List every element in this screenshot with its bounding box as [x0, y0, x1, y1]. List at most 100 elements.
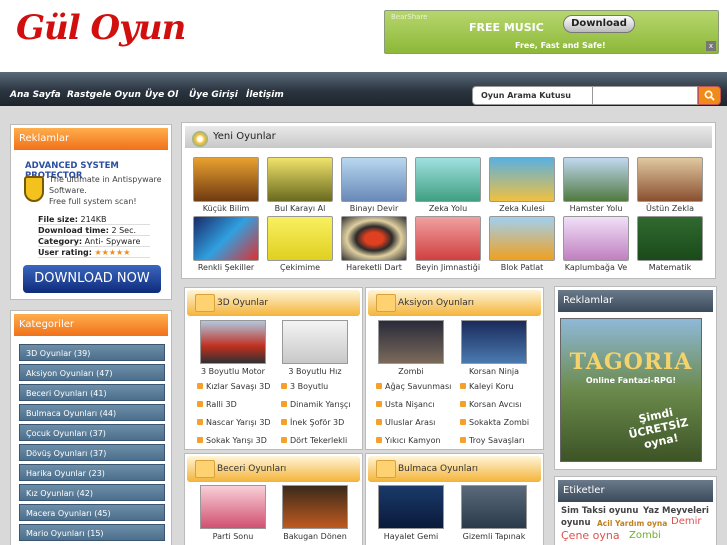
game-tile[interactable]: Beyin Jimnastiği [413, 216, 483, 272]
tag-link[interactable]: Yaz Meyveleri [643, 506, 709, 516]
game-tile[interactable]: Blok Patlat [487, 216, 557, 272]
ad-description: The ultimate in Antispyware Software. Fr… [49, 174, 174, 207]
tag-link[interactable]: oyunu [561, 518, 591, 528]
game-link[interactable]: Ağaç Savunması [376, 382, 451, 391]
game-thumbnail[interactable] [563, 216, 629, 261]
game-link[interactable]: 3 Boyutlu [281, 382, 328, 391]
search-button[interactable] [698, 86, 721, 105]
box-title[interactable]: Bulmaca Oyunları [398, 464, 478, 474]
game-icon [192, 131, 208, 147]
game-thumbnail[interactable] [267, 157, 333, 202]
game-tile[interactable]: Gizemli Tapınak [459, 485, 529, 541]
category-item[interactable]: Çocuk Oyunları (37) [19, 424, 165, 441]
game-link[interactable]: Uluslar Arası [376, 418, 435, 427]
tag-link[interactable]: Zombi [629, 530, 661, 541]
tags-title: Etiketler [558, 480, 713, 502]
game-link[interactable]: Korsan Avcısı [460, 400, 521, 409]
game-tile[interactable]: Zeka Yolu [413, 157, 483, 213]
game-tile[interactable]: Renkli Şekiller [191, 216, 261, 272]
nav-uye-girisi[interactable]: Üye Girişi [189, 90, 238, 100]
nav-uye-ol[interactable]: Üye Ol [145, 90, 178, 100]
game-tile[interactable]: Binayı Devir [339, 157, 409, 213]
game-tile[interactable]: Korsan Ninja [459, 320, 529, 376]
game-thumbnail[interactable] [282, 320, 348, 364]
game-tile[interactable]: Hareketli Dart [339, 216, 409, 272]
game-link[interactable]: Dinamik Yarışçı [281, 400, 351, 409]
game-link[interactable]: Dört Tekerlekli [281, 436, 347, 445]
game-thumbnail[interactable] [489, 216, 555, 261]
game-thumbnail[interactable] [267, 216, 333, 261]
category-item[interactable]: Dövüş Oyunları (37) [19, 444, 165, 461]
game-thumbnail[interactable] [415, 157, 481, 202]
game-link[interactable]: Sokakta Zombi [460, 418, 529, 427]
game-thumbnail[interactable] [193, 157, 259, 202]
game-tile[interactable]: Parti Sonu [198, 485, 268, 541]
site-logo[interactable]: Gül Oyun [16, 8, 186, 48]
game-tile[interactable]: Bakugan Dönen [280, 485, 350, 541]
category-item[interactable]: Kız Oyunları (42) [19, 484, 165, 501]
game-thumbnail[interactable] [461, 485, 527, 529]
game-tile[interactable]: Zeka Kulesi [487, 157, 557, 213]
game-tile[interactable]: Zombi [376, 320, 446, 376]
game-link[interactable]: Sokak Yarışı 3D [197, 436, 267, 445]
nav-iletisim[interactable]: İletişim [246, 90, 284, 100]
game-tile[interactable]: Çekimime [265, 216, 335, 272]
game-thumbnail[interactable] [282, 485, 348, 529]
box-title[interactable]: Aksiyon Oyunları [398, 298, 474, 308]
game-tile[interactable]: Hayalet Gemi [376, 485, 446, 541]
game-thumbnail[interactable] [461, 320, 527, 364]
game-thumbnail[interactable] [378, 485, 444, 529]
search-input[interactable] [592, 86, 698, 105]
box-bulmaca-oyunlari: Bulmaca Oyunları Hayalet Gemi Gizemli Ta… [365, 453, 544, 545]
tag-link[interactable]: Demir [671, 516, 701, 527]
game-thumbnail[interactable] [200, 485, 266, 529]
game-link[interactable]: Usta Nişancı [376, 400, 435, 409]
game-link[interactable]: Ralli 3D [197, 400, 237, 409]
game-link[interactable]: Nascar Yarışı 3D [197, 418, 271, 427]
box-title[interactable]: 3D Oyunlar [217, 298, 268, 308]
box-title[interactable]: Beceri Oyunları [217, 464, 286, 474]
box-header: Bulmaca Oyunları [368, 456, 541, 482]
category-item[interactable]: Aksiyon Oyunları (47) [19, 364, 165, 381]
game-tile[interactable]: Üstün Zekla [635, 157, 705, 213]
game-thumbnail[interactable] [637, 157, 703, 202]
game-thumbnail[interactable] [193, 216, 259, 261]
nav-rastgele-oyun[interactable]: Rastgele Oyun [67, 90, 141, 100]
game-link[interactable]: Kaleyi Koru [460, 382, 514, 391]
game-tile[interactable]: 3 Boyutlu Motor [198, 320, 268, 376]
game-thumbnail[interactable] [415, 216, 481, 261]
game-link[interactable]: Troy Savaşları [460, 436, 524, 445]
game-tile[interactable]: Küçük Bilim [191, 157, 261, 213]
banner-download-button[interactable]: Download [563, 15, 635, 33]
download-now-button[interactable]: DOWNLOAD NOW [23, 265, 161, 293]
game-tile[interactable]: 3 Boyutlu Hız [280, 320, 350, 376]
game-link[interactable]: Yıkıcı Kamyon [376, 436, 441, 445]
category-item[interactable]: Mario Oyunları (15) [19, 524, 165, 541]
game-thumbnail[interactable] [341, 216, 407, 261]
category-item[interactable]: Beceri Oyunları (41) [19, 384, 165, 401]
tag-link[interactable]: Çene oyna [561, 529, 620, 542]
close-icon[interactable]: x [706, 41, 716, 51]
game-tile[interactable]: Bul Karayı Al [265, 157, 335, 213]
game-thumbnail[interactable] [200, 320, 266, 364]
category-item[interactable]: Bulmaca Oyunları (44) [19, 404, 165, 421]
game-thumbnail[interactable] [378, 320, 444, 364]
category-item[interactable]: Harika Oyunlar (23) [19, 464, 165, 481]
nav-ana-sayfa[interactable]: Ana Sayfa [10, 90, 61, 100]
category-item[interactable]: 3D Oyunlar (39) [19, 344, 165, 361]
game-tile[interactable]: Matematik [635, 216, 705, 272]
game-link[interactable]: İnek Şoför 3D [281, 418, 344, 427]
game-thumbnail[interactable] [341, 157, 407, 202]
game-tile[interactable]: Kaplumbağa Ve [561, 216, 631, 272]
game-tile[interactable]: Hamster Yolu [561, 157, 631, 213]
tag-link[interactable]: Sim Taksi oyunu [561, 506, 638, 516]
tag-link[interactable]: Acil Yardım oyna [597, 519, 667, 528]
game-thumbnail[interactable] [489, 157, 555, 202]
tagoria-ad-image[interactable]: TAGORIA Online Fantazi-RPG! Şimdi ÜCRETS… [560, 318, 702, 462]
music-banner-ad[interactable]: BearShare FREE MUSIC Download Free, Fast… [384, 10, 719, 54]
game-link[interactable]: Kızlar Savaşı 3D [197, 382, 270, 391]
game-thumbnail[interactable] [563, 157, 629, 202]
right-ad-title: Reklamlar [558, 290, 713, 312]
category-item[interactable]: Macera Oyunları (45) [19, 504, 165, 521]
game-thumbnail[interactable] [637, 216, 703, 261]
